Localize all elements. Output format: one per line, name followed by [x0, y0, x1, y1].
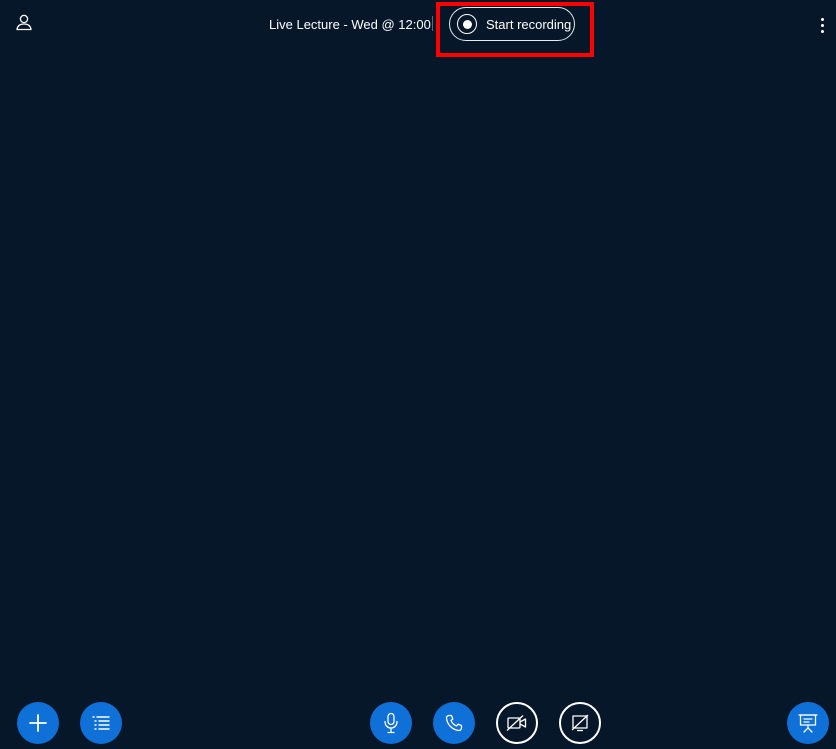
record-icon	[457, 14, 477, 34]
title-divider	[432, 16, 433, 31]
share-screen-button[interactable]	[559, 702, 601, 744]
conference-app: Live Lecture - Wed @ 12:00 Start recordi…	[0, 0, 836, 749]
more-vertical-icon	[820, 17, 824, 21]
plus-icon	[28, 713, 48, 733]
microphone-button[interactable]	[370, 702, 412, 744]
top-bar: Live Lecture - Wed @ 12:00 Start recordi…	[0, 0, 836, 57]
microphone-icon	[382, 712, 400, 734]
share-webcam-button[interactable]	[496, 702, 538, 744]
leave-audio-button[interactable]	[433, 702, 475, 744]
start-recording-button[interactable]: Start recording	[449, 7, 575, 41]
video-off-icon	[506, 714, 528, 732]
presentation-icon	[797, 712, 819, 734]
meeting-title: Live Lecture - Wed @ 12:00	[269, 17, 431, 32]
actions-button[interactable]	[17, 702, 59, 744]
options-list-button[interactable]	[80, 702, 122, 744]
screen-share-off-icon	[570, 713, 590, 733]
phone-icon	[445, 714, 463, 732]
user-icon	[15, 13, 33, 36]
options-menu-button[interactable]	[812, 14, 832, 36]
presentation-button[interactable]	[787, 702, 829, 744]
list-icon	[91, 713, 111, 733]
user-list-button[interactable]	[12, 12, 36, 36]
start-recording-label: Start recording	[486, 16, 572, 32]
